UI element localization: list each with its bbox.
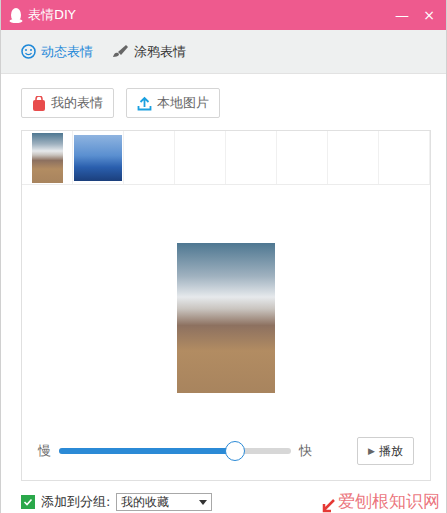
tool-button[interactable]: 本地图片 xyxy=(126,88,220,118)
slider-knob[interactable] xyxy=(225,441,245,461)
bag-icon xyxy=(32,96,46,111)
smiley-icon xyxy=(21,44,36,59)
frame-cell[interactable] xyxy=(226,131,277,184)
frame-cell[interactable] xyxy=(277,131,328,184)
group-row: 添加到分组: 我的收藏 xyxy=(21,493,431,511)
frame-thumbnail xyxy=(32,133,63,183)
frame-thumbnail xyxy=(74,135,122,181)
window-title: 表情DIY xyxy=(28,6,386,24)
frame-cell[interactable] xyxy=(22,131,73,184)
frame-cell[interactable] xyxy=(328,131,379,184)
speed-slider[interactable] xyxy=(59,448,291,454)
tab[interactable]: 涂鸦表情 xyxy=(111,43,186,61)
preview-area xyxy=(22,185,430,393)
tool-button[interactable]: 我的表情 xyxy=(21,88,114,118)
frame-cell[interactable] xyxy=(73,131,124,184)
group-select[interactable]: 我的收藏 xyxy=(116,493,212,511)
frame-cell[interactable] xyxy=(175,131,226,184)
tab-bar: 动态表情涂鸦表情 xyxy=(1,30,446,74)
brush-icon xyxy=(111,44,129,59)
frame-strip xyxy=(22,131,430,185)
speed-row: 慢 快 ▶播放 xyxy=(22,437,430,480)
upload-icon xyxy=(137,96,152,111)
check-icon xyxy=(23,497,33,507)
frame-cell[interactable] xyxy=(124,131,175,184)
group-label: 添加到分组: xyxy=(41,493,110,511)
slow-label: 慢 xyxy=(38,442,51,460)
emoji-diy-window: 表情DIY — × 动态表情涂鸦表情我的表情本地图片慢 快 ▶播放添加到分组: 我的收藏 爱刨… xyxy=(0,0,447,513)
arrow-icon xyxy=(322,499,336,513)
fast-label: 快 xyxy=(299,442,312,460)
close-button[interactable]: × xyxy=(418,7,440,23)
dropdown-arrow-icon xyxy=(199,500,207,505)
preview-image xyxy=(177,243,275,393)
editor-panel: 慢 快 ▶播放 xyxy=(21,130,431,481)
frame-cell[interactable] xyxy=(379,131,430,184)
watermark: 爱刨根知识网 xyxy=(322,490,440,513)
minimize-button[interactable]: — xyxy=(391,7,413,23)
tab[interactable]: 动态表情 xyxy=(21,43,93,61)
qq-penguin-icon xyxy=(9,7,23,23)
group-checkbox[interactable] xyxy=(21,495,35,509)
title-bar: 表情DIY — × xyxy=(1,0,446,30)
play-button[interactable]: ▶播放 xyxy=(357,437,414,465)
